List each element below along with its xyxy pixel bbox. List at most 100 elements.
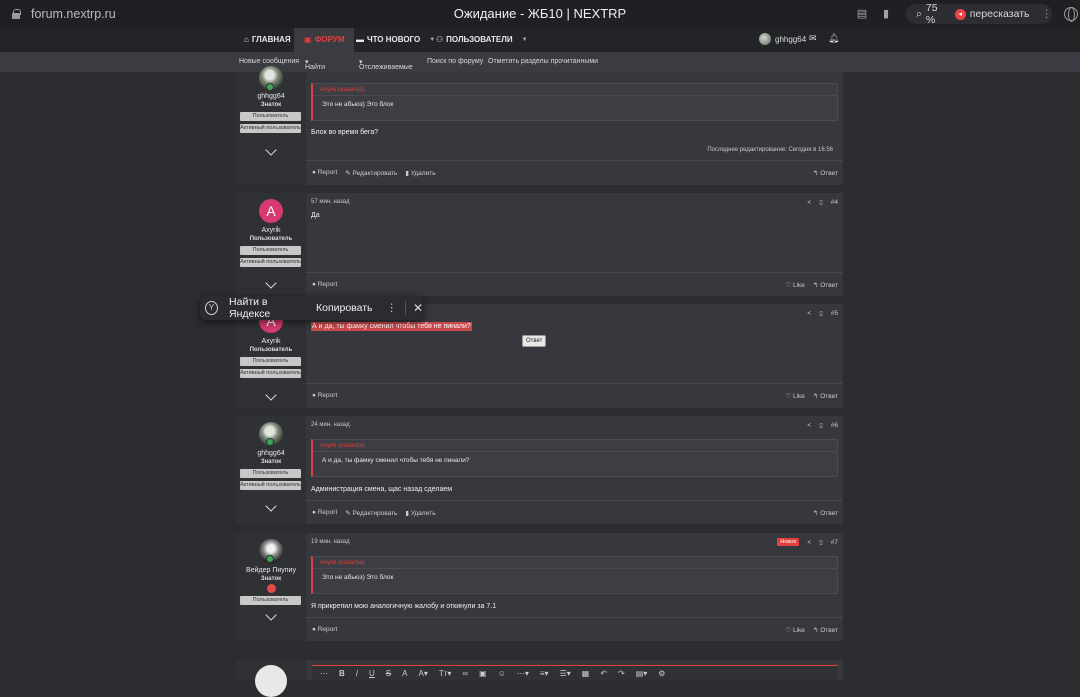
avatar[interactable]: A [259, 199, 283, 223]
copy-button[interactable]: Копировать [316, 302, 373, 314]
chevron-down-icon[interactable] [265, 500, 277, 512]
share-icon[interactable]: < [807, 539, 811, 546]
subnav-search-forum[interactable]: Поиск по форуму [427, 58, 483, 65]
report-button[interactable]: ● Report [312, 281, 337, 288]
message-text: Администрация смена, щас назад сделаем [311, 486, 453, 493]
quote-reply-button[interactable]: Ответ [522, 335, 547, 347]
more-icon[interactable]: ⋯▾ [517, 669, 529, 678]
quote-author[interactable]: Axyrik сказал(а): [313, 557, 837, 569]
divider [306, 500, 843, 501]
link-icon[interactable]: ∞ [462, 669, 468, 678]
chevron-down-icon[interactable] [265, 609, 277, 621]
bookmark-icon[interactable]: ▮ [879, 7, 893, 21]
image-icon[interactable]: ▣ [479, 669, 487, 678]
subnav-find-threads[interactable]: Найти темы ▾ [305, 58, 325, 78]
post-time[interactable]: 57 мин. назад [311, 199, 350, 205]
undo-icon[interactable]: ↶ [600, 669, 607, 678]
bookmark-icon[interactable]: ▯ [819, 198, 823, 206]
account-menu[interactable]: ghhgg64 [759, 33, 806, 45]
forum-subnav: Новые сообщения Найти темы ▾ Отслеживаем… [0, 52, 1080, 78]
font-size-icon[interactable]: A▾ [418, 669, 427, 678]
post-body: 19 мин. назад Новое < ▯ #7 Axyrik сказал… [306, 533, 843, 641]
reply-button[interactable]: ↰ Ответ [813, 281, 838, 289]
post-number[interactable]: #6 [831, 422, 838, 429]
post-number[interactable]: #4 [831, 199, 838, 206]
post-number[interactable]: #7 [831, 539, 838, 546]
italic-icon[interactable]: I [356, 669, 358, 678]
edit-button[interactable]: ✎ Редактировать [345, 169, 397, 177]
reader-mode-icon[interactable]: ▤ [855, 7, 869, 21]
post-time[interactable]: 24 мин. назад [311, 422, 350, 428]
summarize-button[interactable]: ◂ пересказать [954, 8, 1030, 20]
table-icon[interactable]: ▦ [582, 669, 590, 678]
report-button[interactable]: ● Report [312, 392, 337, 399]
share-icon[interactable]: < [807, 310, 811, 317]
report-button[interactable]: ● Report [312, 626, 337, 633]
nav-whats-new[interactable]: ▬ ЧТО НОВОГО ▼ [356, 28, 435, 52]
report-button[interactable]: ● Report [312, 169, 337, 177]
ellipsis-icon[interactable]: ⋯ [320, 669, 328, 678]
like-button[interactable]: ♡ Like [785, 392, 805, 400]
reputation-icon [267, 584, 276, 593]
redo-icon[interactable]: ↷ [618, 669, 625, 678]
quote-author[interactable]: Axyrik сказал(а): [313, 84, 837, 96]
bookmark-icon[interactable]: ▯ [819, 538, 823, 546]
reply-button[interactable]: ↰ Ответ [813, 626, 838, 634]
nav-forums[interactable]: ▣ ФОРУМ [294, 28, 355, 52]
nav-home[interactable]: ⌂ ГЛАВНАЯ [244, 28, 291, 52]
underline-icon[interactable]: U [369, 669, 375, 678]
chevron-down-icon[interactable] [265, 277, 277, 289]
share-icon[interactable]: < [807, 199, 811, 206]
address-bar[interactable]: forum.nextrp.ru [31, 7, 116, 21]
report-button[interactable]: ● Report [312, 509, 337, 517]
post: Вейдер Пиупиу Знаток Пользователь 19 мин… [236, 533, 843, 641]
username[interactable]: Вейдер Пиупиу [236, 567, 306, 574]
text-color-icon[interactable]: A [402, 669, 407, 678]
username[interactable]: Axyrik [236, 227, 306, 234]
reply-button[interactable]: ↰ Ответ [813, 392, 838, 400]
post-number[interactable]: #5 [831, 310, 838, 317]
report-label: Report [317, 392, 338, 399]
like-label: Like [793, 627, 805, 634]
preview-icon[interactable]: ▤▾ [636, 669, 648, 678]
like-button[interactable]: ♡ Like [785, 626, 805, 634]
forum-icon: ▣ [304, 35, 312, 44]
more-icon[interactable]: ⋮ [1042, 8, 1053, 20]
settings-icon[interactable]: ⚙ [658, 669, 665, 678]
mail-icon[interactable]: ✉ [809, 33, 817, 44]
subnav-new-posts[interactable]: Новые сообщения [239, 58, 299, 65]
delete-button[interactable]: ▮ Удалить [405, 509, 435, 517]
edit-button[interactable]: ✎ Редактировать [345, 509, 397, 517]
more-icon[interactable]: ⋮ [387, 302, 398, 314]
new-badge: Новое [777, 538, 800, 546]
user-title: Знаток [260, 102, 282, 108]
subnav-mark-read[interactable]: Отметить разделы прочитанными [488, 58, 598, 65]
share-icon[interactable]: < [807, 422, 811, 429]
globe-icon[interactable] [1064, 7, 1078, 22]
username[interactable]: ghhgg64 [236, 450, 306, 457]
reply-button[interactable]: ↰ Ответ [813, 169, 838, 177]
align-icon[interactable]: ≡▾ [540, 669, 549, 678]
search-yandex-button[interactable]: Найти в Яндексе [229, 296, 305, 320]
username[interactable]: Axyrik [236, 338, 306, 345]
reply-button[interactable]: ↰ Ответ [813, 509, 838, 517]
bold-icon[interactable]: B [339, 669, 345, 678]
chevron-down-icon[interactable] [265, 389, 277, 401]
username[interactable]: ghhgg64 [236, 93, 306, 100]
strikethrough-icon[interactable]: S [386, 669, 391, 678]
post-time[interactable]: 19 мин. назад [311, 539, 350, 545]
close-icon[interactable]: ✕ [413, 301, 423, 315]
nav-users[interactable]: ⚇ ПОЛЬЗОВАТЕЛИ ▼ [436, 28, 528, 52]
bell-icon[interactable]: 🔔︎ [828, 33, 839, 44]
subnav-watched[interactable]: Отслеживаемые ▾ [359, 58, 413, 71]
bookmark-icon[interactable]: ▯ [819, 309, 823, 317]
zoom-control[interactable]: ⌕ 75 % [916, 2, 941, 26]
font-family-icon[interactable]: Tт▾ [439, 669, 452, 678]
delete-button[interactable]: ▮ Удалить [405, 169, 435, 177]
list-icon[interactable]: ☰▾ [560, 669, 571, 678]
emoji-icon[interactable]: ☺ [498, 669, 506, 678]
like-button[interactable]: ♡ Like [785, 281, 805, 289]
chevron-down-icon[interactable] [265, 144, 277, 156]
bookmark-icon[interactable]: ▯ [819, 421, 823, 429]
quote-author[interactable]: Axyrik сказал(а): [313, 440, 837, 452]
